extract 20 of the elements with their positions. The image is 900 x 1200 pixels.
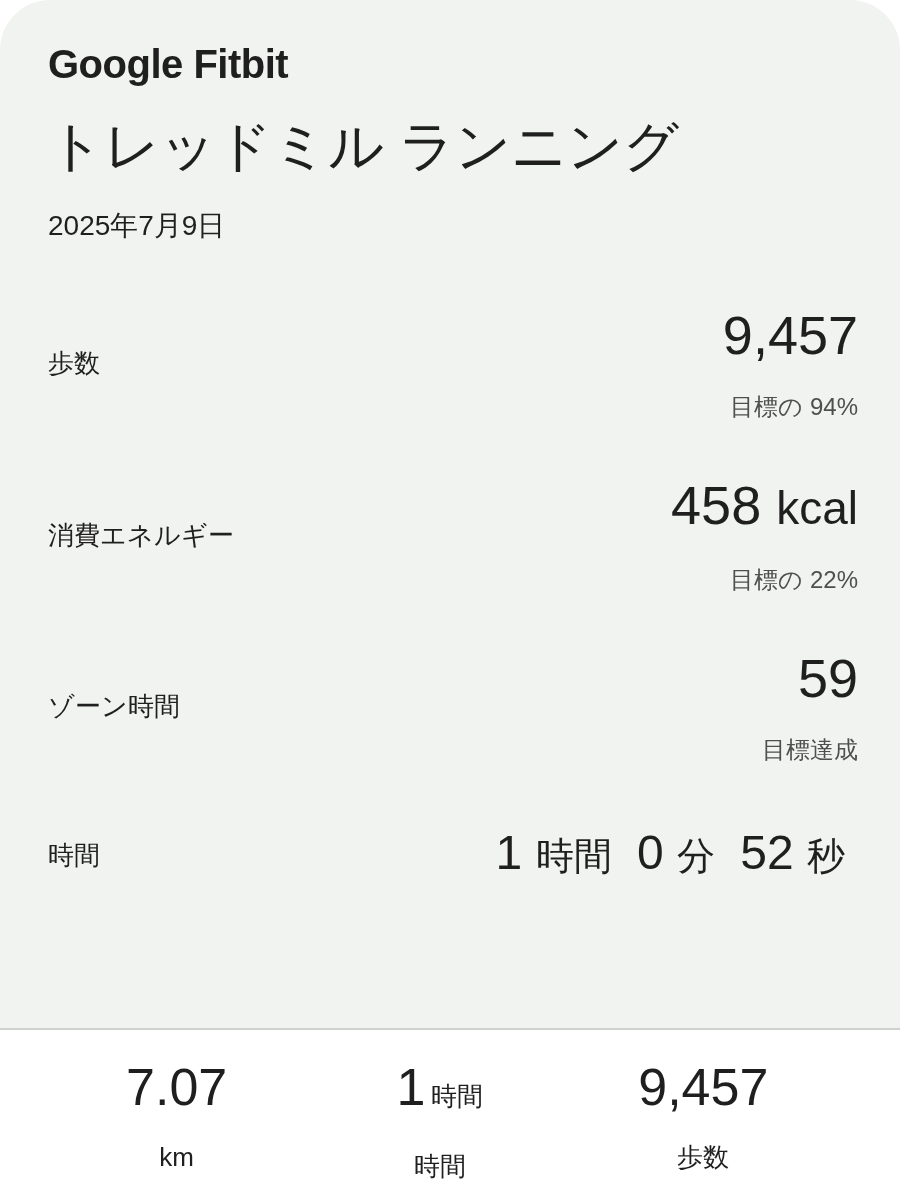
summary-label: 時間 — [414, 1150, 466, 1182]
metric-value: 9,457 — [722, 304, 858, 366]
summary-value: 1 時間 — [396, 1057, 484, 1118]
activity-date: 2025年7月9日 — [48, 209, 227, 243]
summary-value: 9,457 — [638, 1057, 769, 1117]
metric-label: 消費エネルギー — [48, 518, 234, 551]
metric-label: ゾーン時間 — [48, 690, 180, 722]
logo-text: Google Fitbit — [48, 41, 289, 88]
summary-value: 7.07 — [126, 1057, 228, 1117]
goal-progress-text: 目標の 22% — [730, 565, 858, 595]
goal-progress-text: 目標達成 — [762, 735, 858, 765]
metric-label: 時間 — [48, 838, 100, 871]
activity-title: トレッドミル ランニング — [48, 114, 681, 179]
metric-value: 59 — [797, 647, 858, 709]
summary-label: km — [159, 1141, 194, 1173]
summary-label: 歩数 — [677, 1141, 730, 1173]
metric-value: 458 kcal — [671, 474, 858, 537]
metric-label: 歩数 — [48, 347, 100, 379]
goal-progress-text: 目標の 94% — [730, 392, 858, 422]
duration-value: 1 時間 0 分 52 秒 — [495, 825, 845, 881]
